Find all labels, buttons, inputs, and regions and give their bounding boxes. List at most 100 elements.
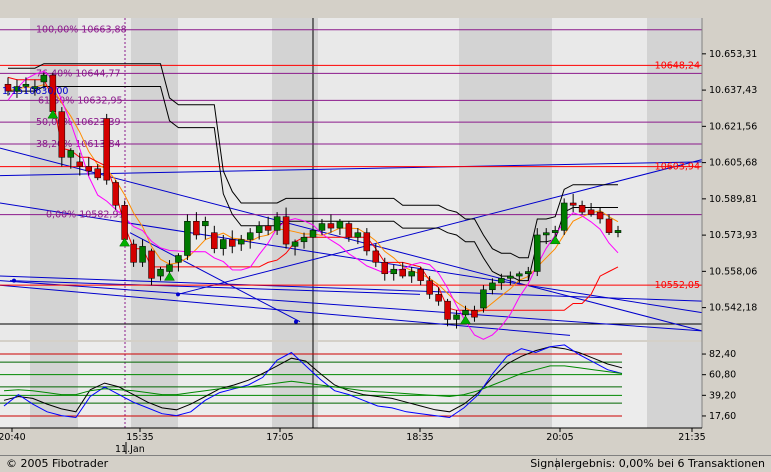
fib-level-label: 0,00% 10582,91 [46,210,125,221]
candle-body [166,264,173,272]
signal-result-text: Signalergebnis: 0,00% bei 6 Transaktione… [530,457,765,470]
candle-body [318,223,326,231]
level-label: 10552,05 [655,280,700,291]
candle-body [534,234,541,272]
y-tick-label: 10.542,18 [709,303,757,314]
candle-body [354,232,362,238]
session-band [459,18,552,340]
status-bar: © 2005 Fibotrader Signalergebnis: 0,00% … [0,455,771,472]
oscillator-tick-label: 82,40 [709,349,736,360]
candle-body [103,118,110,181]
candle-body [453,314,460,320]
candle-body [282,216,290,245]
candle-body [67,150,75,158]
candle-body [525,271,532,275]
candle-body [130,243,137,263]
candle-body [300,236,308,243]
candle-body [246,232,254,240]
candle-body [605,218,613,233]
candle-body [273,216,281,231]
candle-body [76,161,84,167]
candle-body [399,268,406,277]
candle-body [85,166,92,172]
oscillator-tick-label: 60,80 [709,370,736,381]
candle-body [264,225,272,231]
candle-body [291,241,299,247]
y-tick-label: 10.621,56 [709,121,757,132]
y-tick-label: 10.637,43 [709,85,757,96]
oscillator-panel [0,342,702,428]
candle-body [255,225,263,233]
candle-body [489,282,496,291]
candle-body [408,271,415,277]
candle-body [596,211,604,220]
candle-body [211,232,218,249]
x-tick-label: 21:35 [678,432,705,443]
candle-body [587,209,595,215]
y-tick-label: 10.653,31 [709,49,757,60]
candle-body [462,310,469,316]
trend-point [294,319,298,324]
session-band [647,342,702,428]
cursor-value-label: 1,1510630,00 [2,86,68,97]
x-tick-label: 20:05 [546,432,573,443]
x-tick-label: 20:40 [0,432,26,443]
candle-body [516,273,523,277]
candle-body [345,223,353,238]
candle-body [471,310,478,318]
copyright-text: © 2005 Fibotrader [6,457,109,470]
candle-body [237,239,245,245]
x-date-label: 11.Jan [115,444,145,455]
y-tick-label: 10.605,68 [709,158,757,169]
trend-point [176,292,180,297]
x-tick-label: 18:35 [406,432,433,443]
candle-body [381,262,389,275]
fib-level-label: 76,40% 10644,77 [36,68,121,79]
candle-body [327,223,335,229]
candle-body [372,250,380,263]
candle-body [112,182,119,206]
x-tick-label: 15:35 [126,432,153,443]
candle-body [426,280,433,295]
session-band [272,342,318,428]
candle-body [40,74,48,83]
candle-body [480,289,487,309]
candle-body [139,246,146,263]
candle-body [336,220,344,229]
y-tick-label: 10.573,93 [709,230,757,241]
candle-body [184,220,191,256]
chart-canvas: 100,00% 10663,8876,40% 10644,7761,80% 10… [0,0,771,455]
session-band [459,342,552,428]
candle-body [309,230,317,238]
candle-body [202,220,209,227]
candle-body [94,168,101,179]
candle-body [578,205,586,213]
candle-body [435,294,442,302]
y-tick-label: 10.558,06 [709,266,757,277]
fib-level-label: 100,00% 10663,88 [36,25,127,36]
session-band [272,18,318,340]
candle-body [542,232,550,236]
candle-body [121,205,128,240]
oscillator-tick-label: 17,60 [709,411,736,422]
candle-body [551,230,559,233]
y-tick-label: 10.589,81 [709,194,757,205]
candle-body [444,300,451,320]
candle-body [614,230,622,233]
session-band [30,342,78,428]
y-axis-strip [702,18,771,428]
candle-body [193,220,200,236]
candle-body [498,278,505,284]
candle-body [175,255,182,263]
candle-body [417,268,424,281]
level-label: 10603,94 [655,162,700,173]
trend-point [12,278,16,283]
level-label: 10648,24 [655,60,700,71]
candle-body [58,111,66,158]
oscillator-tick-label: 39,20 [709,390,736,401]
candle-body [507,275,514,279]
candle-body [148,250,155,279]
candle-body [569,202,577,206]
candle-body [229,239,236,247]
candle-body [390,268,397,275]
